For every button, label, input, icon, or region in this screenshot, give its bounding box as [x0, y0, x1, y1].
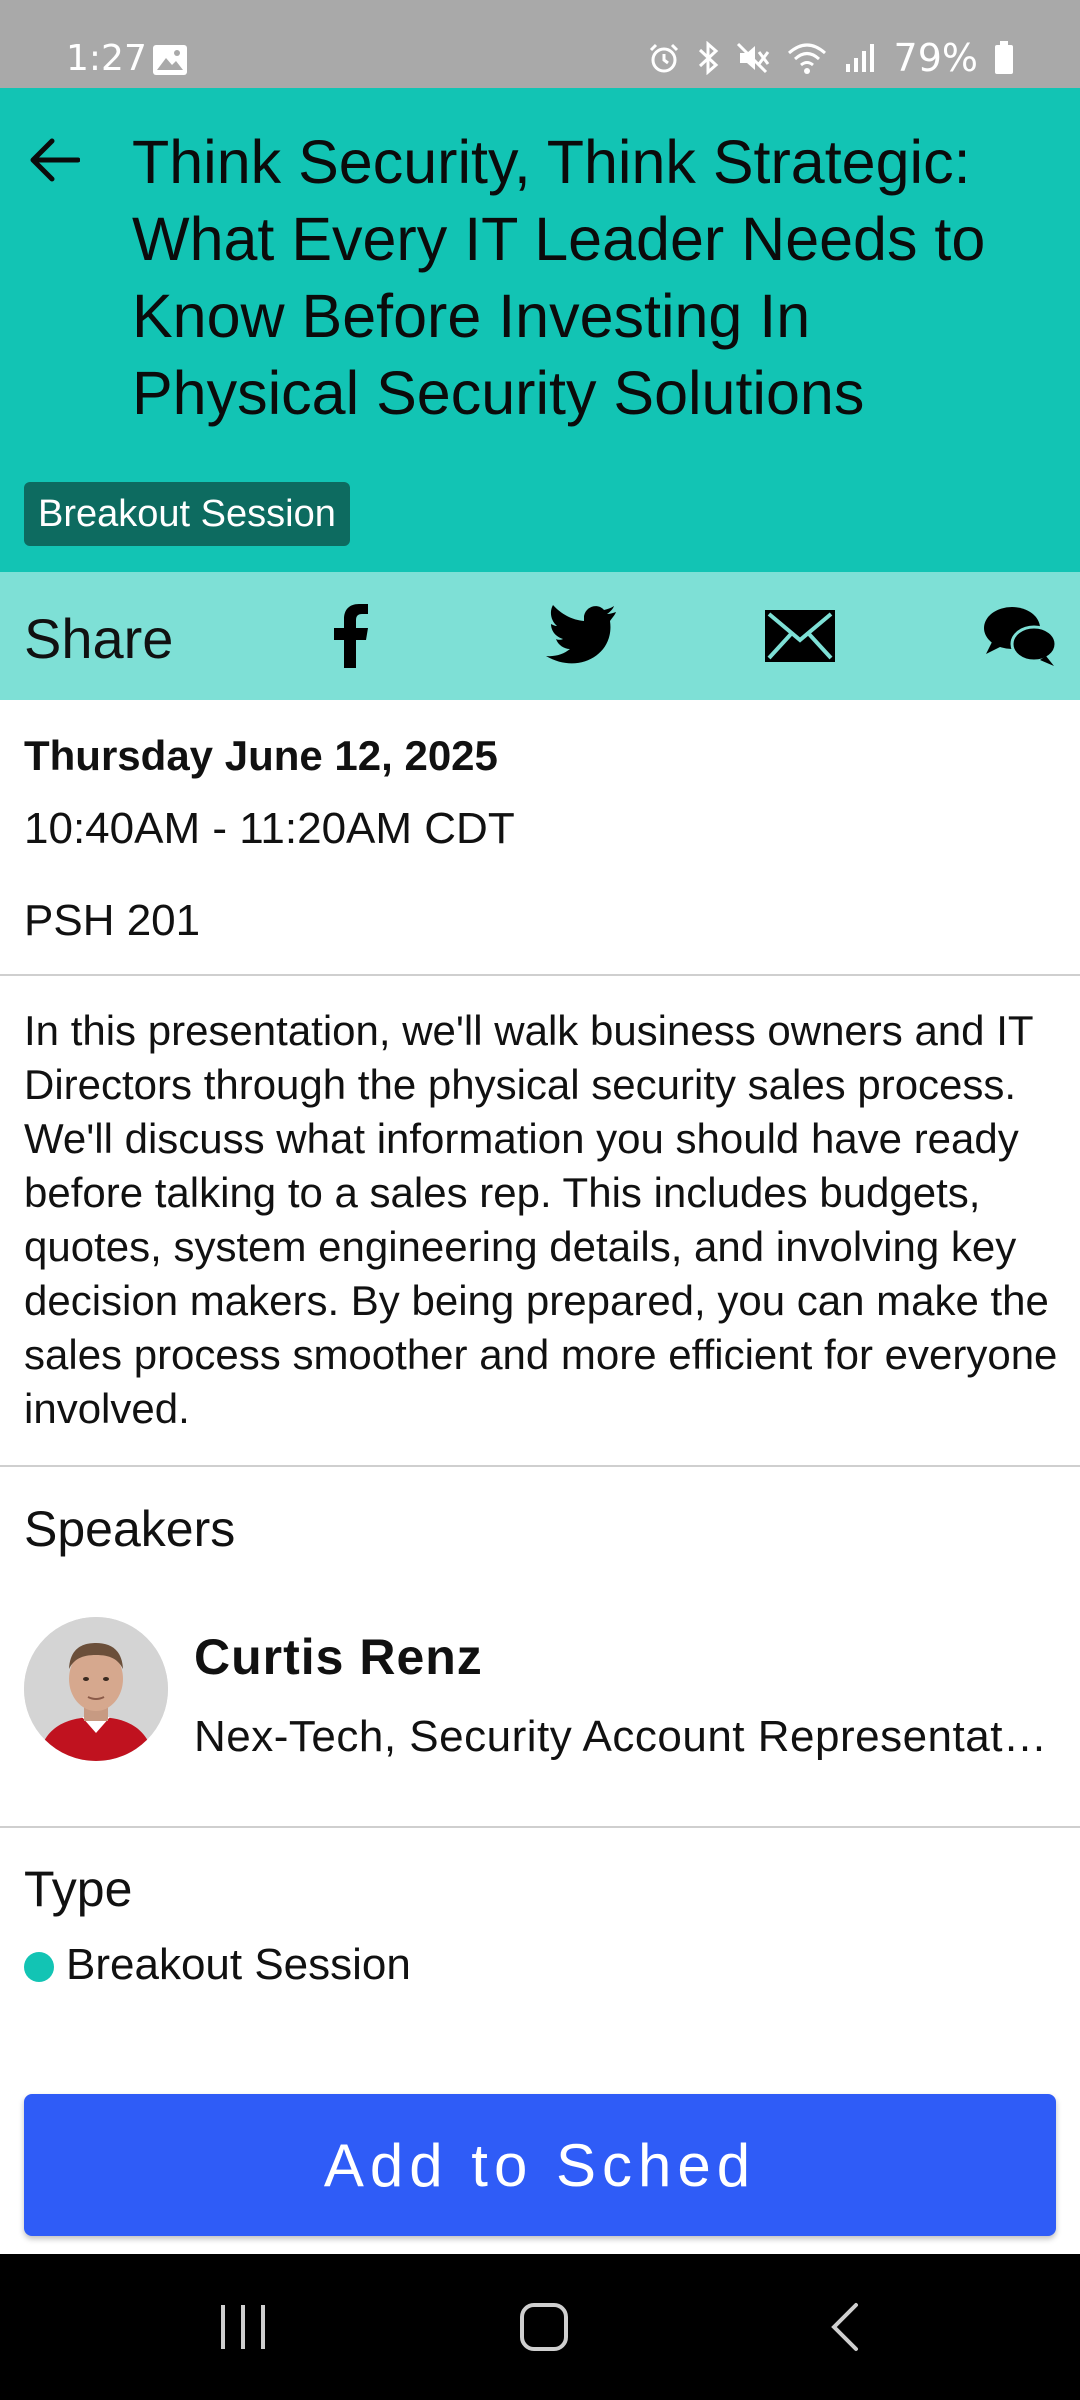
system-nav-bar [0, 2254, 1080, 2400]
twitter-icon [546, 605, 616, 664]
alarm-icon [649, 43, 678, 73]
add-to-sched-button[interactable]: Add to Sched [24, 2094, 1056, 2236]
session-time: 10:40AM - 11:20AM CDT [24, 804, 515, 853]
session-header: Think Security, Think Strategic: What Ev… [0, 88, 1080, 572]
facebook-share-button[interactable] [320, 598, 380, 674]
status-time: 1:27 [66, 38, 147, 79]
session-tag: Breakout Session [24, 482, 350, 546]
type-value[interactable]: Breakout Session [66, 1940, 411, 1990]
chat-share-button[interactable] [980, 598, 1060, 674]
battery-level: 79% [893, 36, 978, 80]
gallery-icon [153, 45, 187, 75]
avatar-photo [24, 1617, 168, 1761]
twitter-share-button[interactable] [540, 598, 620, 674]
divider [0, 1465, 1080, 1467]
facebook-icon [334, 604, 368, 668]
home-button[interactable] [504, 2294, 584, 2360]
nav-back-button[interactable] [806, 2294, 886, 2360]
bluetooth-icon [698, 41, 718, 75]
speakers-heading: Speakers [24, 1501, 236, 1557]
speaker-name[interactable]: Curtis Renz [194, 1628, 483, 1686]
recent-apps-button[interactable] [203, 2294, 283, 2360]
recent-apps-icon [221, 2305, 265, 2349]
chat-icon [984, 607, 1058, 666]
wifi-icon [787, 43, 826, 74]
home-icon [520, 2303, 568, 2351]
status-icons: 79% [648, 36, 1014, 80]
email-icon [765, 610, 835, 662]
speaker-avatar[interactable] [24, 1617, 168, 1761]
type-heading: Type [24, 1861, 133, 1917]
signal-icon [845, 44, 874, 72]
share-label: Share [24, 607, 174, 670]
back-icon [831, 2303, 858, 2351]
type-color-dot [24, 1952, 54, 1982]
share-bar: Share [0, 572, 1080, 700]
speaker-role: Nex-Tech, Security Account Representativ… [194, 1712, 1056, 1761]
session-description: In this presentation, we'll walk busines… [24, 1007, 1058, 1432]
divider [0, 974, 1080, 976]
battery-icon [995, 41, 1013, 74]
session-title: Think Security, Think Strategic: What Ev… [132, 128, 986, 427]
arrow-left-icon [30, 138, 80, 182]
divider [0, 1826, 1080, 1828]
back-button[interactable] [24, 130, 84, 190]
mute-icon [736, 42, 769, 74]
session-date: Thursday June 12, 2025 [24, 732, 498, 779]
status-bar: 1:27 79% [0, 0, 1080, 88]
email-share-button[interactable] [760, 598, 840, 674]
session-room: PSH 201 [24, 896, 201, 945]
